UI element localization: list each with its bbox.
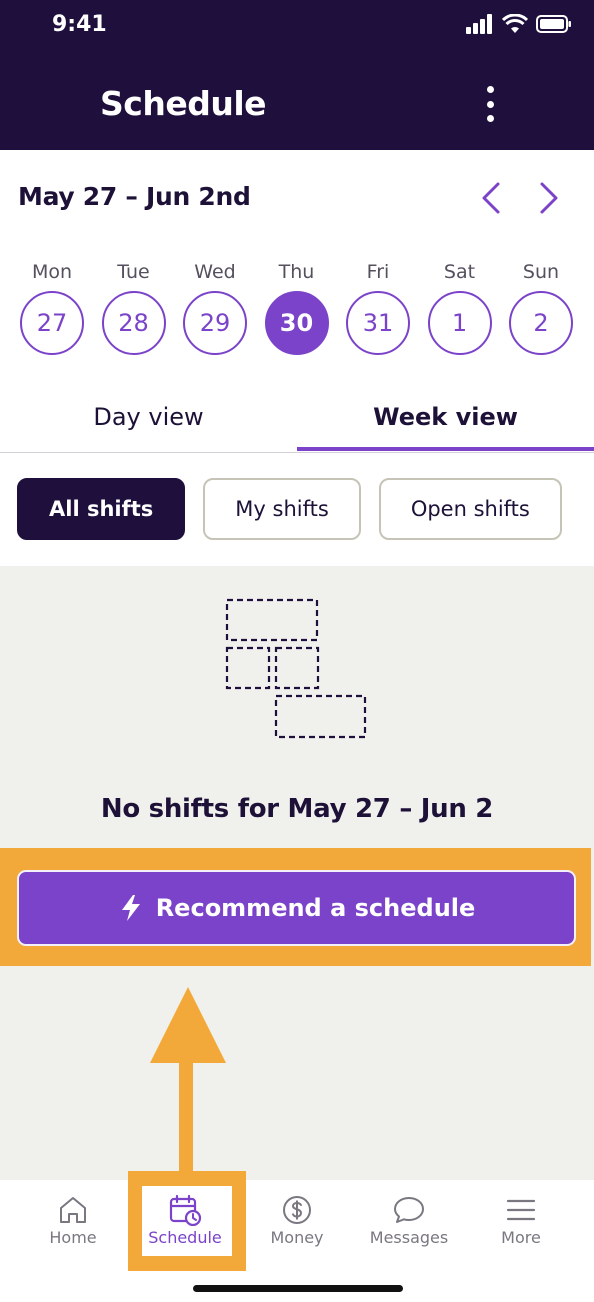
filter-my-shifts[interactable]: My shifts [203,478,361,540]
hamburger-menu-icon [506,1199,536,1221]
day-tue[interactable]: Tue 28 [99,260,169,355]
status-icons [466,14,572,34]
lightning-icon [121,895,140,921]
cellular-signal-icon [466,14,492,34]
nav-more-label: More [501,1228,541,1247]
dollar-circle-icon [283,1196,311,1224]
nav-money-label: Money [270,1228,324,1247]
day-number-selected[interactable]: 30 [264,291,329,355]
day-number[interactable]: 31 [346,291,410,355]
day-name: Fri [366,261,390,283]
nav-more[interactable]: More [471,1194,571,1247]
tab-day-view[interactable]: Day view [0,392,297,452]
day-name: Sat [443,261,476,283]
chevron-left-icon[interactable] [474,178,510,218]
day-name: Tue [117,261,150,283]
nav-messages[interactable]: Messages [359,1194,459,1247]
day-name: Wed [194,261,236,283]
shift-filters: All shifts My shifts Open shifts [17,478,562,540]
day-picker: Mon 27 Tue 28 Wed 29 Thu 30 Fri 31 Sat 1… [17,260,577,360]
home-indicator [193,1285,403,1292]
active-tab-indicator [297,447,594,451]
day-thu[interactable]: Thu 30 [262,260,332,355]
nav-schedule[interactable]: Schedule [135,1194,235,1247]
day-number[interactable]: 27 [20,291,84,355]
recommend-schedule-button[interactable]: Recommend a schedule [17,870,576,946]
app-header: 9:41 Schedule [0,0,594,150]
page-title: Schedule [100,84,267,123]
recommend-button-label: Recommend a schedule [155,894,476,922]
chevron-right-icon[interactable] [530,178,566,218]
day-wed[interactable]: Wed 29 [180,260,250,355]
day-fri[interactable]: Fri 31 [343,260,413,355]
annotation-arrow-shaft [179,1060,193,1172]
empty-schedule-icon [225,598,367,739]
nav-messages-label: Messages [369,1228,449,1247]
nav-money[interactable]: Money [247,1194,347,1247]
battery-icon [536,15,571,33]
day-name: Thu [278,261,315,283]
day-number[interactable]: 1 [427,291,492,355]
day-number[interactable]: 2 [509,291,573,355]
calendar-clock-icon [169,1194,202,1226]
nav-home-label: Home [49,1228,97,1247]
filter-open-shifts[interactable]: Open shifts [378,478,562,540]
status-time: 9:41 [52,12,107,37]
week-range-label: May 27 – Jun 2nd [18,182,251,211]
tab-week-view[interactable]: Week view [297,392,594,452]
day-number[interactable]: 29 [183,291,247,355]
nav-home[interactable]: Home [23,1194,123,1247]
day-number[interactable]: 28 [101,291,166,355]
wifi-icon [502,14,528,33]
chat-bubble-icon [394,1197,424,1223]
filter-all-shifts[interactable]: All shifts [17,478,186,540]
annotation-arrow-head [150,987,226,1063]
view-tabs: Day view Week view [0,392,594,453]
nav-schedule-label: Schedule [148,1228,222,1247]
day-name: Sun [522,261,560,283]
home-icon [60,1197,86,1223]
empty-state-message: No shifts for May 27 – Jun 2 [100,794,494,824]
day-sat[interactable]: Sat 1 [425,260,495,355]
more-vertical-icon[interactable] [478,86,502,122]
day-mon[interactable]: Mon 27 [17,260,87,355]
day-name: Mon [31,261,73,283]
day-sun[interactable]: Sun 2 [506,260,576,355]
